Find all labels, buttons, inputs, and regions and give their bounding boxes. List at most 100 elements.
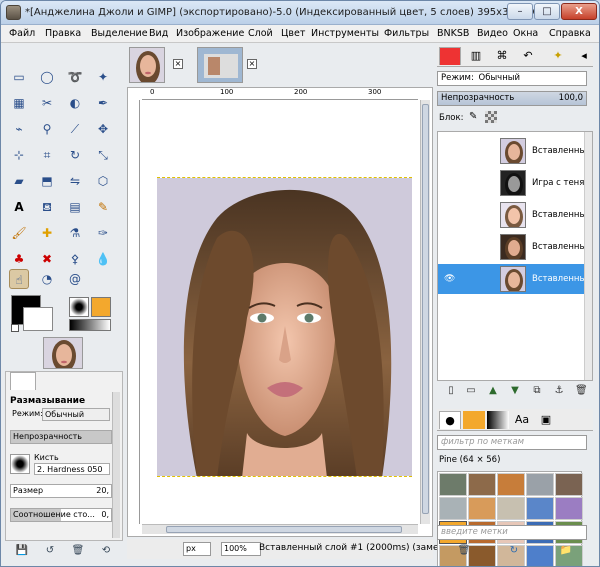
smudge-icon[interactable]: ☝ bbox=[9, 269, 29, 289]
vertical-scroll-thumb[interactable] bbox=[422, 104, 429, 514]
horizontal-scrollbar[interactable] bbox=[142, 524, 418, 534]
pattern-swatch[interactable] bbox=[555, 473, 583, 496]
brush-preview[interactable] bbox=[69, 297, 89, 317]
lock-alpha-icon[interactable] bbox=[485, 111, 497, 123]
save-options-icon[interactable]: 💾 bbox=[15, 544, 29, 558]
color-picker-icon[interactable]: ⌁ bbox=[9, 119, 29, 139]
anchor-layer-icon[interactable]: ⚓ bbox=[553, 385, 565, 397]
cage-icon[interactable]: ⬡ bbox=[93, 171, 113, 191]
paintbrush-icon[interactable]: 🖌 bbox=[9, 223, 29, 243]
image-tab-1[interactable] bbox=[129, 47, 165, 83]
mode-select[interactable]: Обычный bbox=[42, 408, 110, 421]
active-image-thumbnail[interactable] bbox=[43, 337, 83, 369]
blend-icon[interactable]: ▤ bbox=[65, 197, 85, 217]
scale-icon[interactable]: ⤡ bbox=[93, 145, 113, 165]
delete-layer-icon[interactable]: 🗑 bbox=[575, 385, 588, 397]
tool-options-scrollbar[interactable] bbox=[112, 392, 120, 538]
menu-filters[interactable]: Фильтры bbox=[384, 28, 429, 39]
pattern-swatch[interactable] bbox=[526, 545, 554, 566]
extra-tool-icon[interactable]: @ bbox=[65, 269, 85, 289]
image-portrait[interactable] bbox=[157, 177, 412, 477]
scissors-select-icon[interactable]: ✂ bbox=[37, 93, 57, 113]
rect-select-icon[interactable]: ▭ bbox=[9, 67, 29, 87]
pattern-swatch[interactable] bbox=[439, 473, 467, 496]
pattern-swatch[interactable] bbox=[526, 497, 554, 520]
layer-row-selected[interactable]: 👁 Вставленный сл bbox=[438, 264, 592, 294]
pattern-swatch[interactable] bbox=[497, 473, 525, 496]
brushes-tab-icon[interactable]: ● bbox=[439, 411, 461, 429]
text-tool-icon[interactable]: A bbox=[9, 197, 29, 217]
align-icon[interactable]: ⊹ bbox=[9, 145, 29, 165]
aspect-ratio-slider[interactable]: Соотношение сто... 0, bbox=[10, 508, 112, 522]
reset-options-icon[interactable]: ⟲ bbox=[99, 544, 113, 558]
gradients-tab-icon[interactable] bbox=[487, 411, 509, 429]
close-button[interactable]: X bbox=[561, 3, 597, 20]
title-bar[interactable]: *[Анджелина Джоли и GIMP] (экспортирован… bbox=[1, 1, 599, 25]
pencil-icon[interactable]: ✎ bbox=[93, 197, 113, 217]
eraser-icon[interactable]: ✚ bbox=[37, 223, 57, 243]
pattern-swatch[interactable] bbox=[526, 473, 554, 496]
close-tab-2-icon[interactable]: × bbox=[247, 59, 257, 69]
channels-tab-icon[interactable]: ▥ bbox=[465, 47, 487, 65]
tags-input[interactable]: введите метки bbox=[437, 525, 587, 540]
layer-row[interactable]: Вставленный сл bbox=[438, 232, 592, 262]
ink-icon[interactable]: ✑ bbox=[93, 223, 113, 243]
fonts-tab-icon[interactable]: Aa bbox=[511, 411, 533, 429]
pattern-swatch[interactable] bbox=[468, 473, 496, 496]
layers-tab-icon[interactable] bbox=[439, 47, 461, 65]
fuzzy-select-icon[interactable]: ✦ bbox=[93, 67, 113, 87]
menu-view[interactable]: Вид bbox=[149, 28, 168, 39]
opacity-slider[interactable]: Непрозрачность bbox=[10, 430, 112, 444]
background-color[interactable] bbox=[23, 307, 53, 331]
new-group-icon[interactable]: ▭ bbox=[465, 385, 477, 397]
gradient-preview[interactable] bbox=[69, 319, 111, 331]
menu-layer[interactable]: Слой bbox=[248, 28, 273, 39]
layer-row[interactable]: Вставленный сл bbox=[438, 136, 592, 166]
by-color-select-icon[interactable]: ▦ bbox=[9, 93, 29, 113]
vertical-scrollbar[interactable] bbox=[420, 100, 430, 524]
delete-options-icon[interactable]: 🗑 bbox=[71, 544, 85, 558]
pattern-swatch[interactable] bbox=[497, 497, 525, 520]
pattern-swatch[interactable] bbox=[555, 497, 583, 520]
perspective-clone-icon[interactable]: ⚴ bbox=[65, 249, 85, 269]
restore-options-icon[interactable]: ↺ bbox=[43, 544, 57, 558]
vertical-ruler[interactable] bbox=[128, 100, 140, 524]
clone-icon[interactable]: ♣ bbox=[9, 249, 29, 269]
menu-file[interactable]: Файл bbox=[9, 28, 35, 39]
menu-video[interactable]: Видео bbox=[477, 28, 508, 39]
tag-filter-input[interactable]: фильтр по меткам bbox=[437, 435, 587, 450]
maximize-button[interactable]: □ bbox=[534, 3, 560, 20]
blur-icon[interactable]: 💧 bbox=[93, 249, 113, 269]
size-slider[interactable]: Размер 20, bbox=[10, 484, 112, 498]
pattern-swatch[interactable] bbox=[439, 497, 467, 520]
dodge-burn-icon[interactable]: ◔ bbox=[37, 269, 57, 289]
menu-bnksb[interactable]: BNKSB bbox=[437, 28, 469, 39]
pattern-swatch[interactable] bbox=[468, 545, 496, 566]
shear-icon[interactable]: ▰ bbox=[9, 171, 29, 191]
paths-icon[interactable]: ✒ bbox=[93, 93, 113, 113]
layer-mode-select[interactable]: Режим: Обычный bbox=[437, 71, 587, 86]
menu-color[interactable]: Цвет bbox=[281, 28, 305, 39]
duplicate-layer-icon[interactable]: ⧉ bbox=[531, 385, 543, 397]
menu-image[interactable]: Изображение bbox=[176, 28, 244, 39]
horizontal-scroll-thumb[interactable] bbox=[166, 526, 402, 533]
horizontal-ruler[interactable]: 0 100 200 300 bbox=[142, 88, 418, 100]
pattern-preview[interactable] bbox=[91, 297, 111, 317]
canvas-area[interactable] bbox=[141, 101, 419, 524]
move-icon[interactable]: ✥ bbox=[93, 119, 113, 139]
layer-opacity-slider[interactable]: Непрозрачность 100,0 bbox=[437, 91, 587, 106]
refresh-patterns-icon[interactable]: ↻ bbox=[507, 544, 521, 558]
flip-icon[interactable]: ⇋ bbox=[65, 171, 85, 191]
close-tab-1-icon[interactable]: × bbox=[173, 59, 183, 69]
zoom-icon[interactable]: ⚲ bbox=[37, 119, 57, 139]
dock-menu-icon[interactable]: ◂ bbox=[573, 47, 595, 65]
layers-scrollbar[interactable] bbox=[584, 132, 592, 380]
crop-icon[interactable]: ⌗ bbox=[37, 145, 57, 165]
paths-tab-icon[interactable]: ⌘ bbox=[491, 47, 513, 65]
image-tab-2[interactable] bbox=[197, 47, 243, 83]
measure-icon[interactable]: ⟋ bbox=[65, 119, 85, 139]
eye-icon[interactable]: 👁 bbox=[444, 274, 455, 284]
ellipse-select-icon[interactable]: ◯ bbox=[37, 67, 57, 87]
airbrush-icon[interactable]: ⚗ bbox=[65, 223, 85, 243]
new-layer-icon[interactable]: ▯ bbox=[445, 385, 457, 397]
